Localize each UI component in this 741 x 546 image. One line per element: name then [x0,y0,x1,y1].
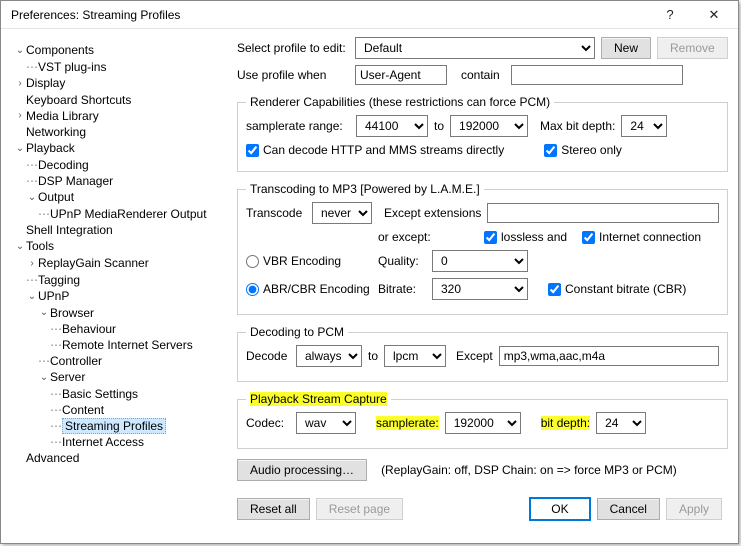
tree-upnp-out[interactable]: UPnP MediaRenderer Output [50,207,207,221]
codec-select[interactable]: wav [296,412,356,434]
sr-from[interactable]: 44100 [356,115,428,137]
contain-label: contain [453,68,505,82]
transcode-label: Transcode [246,206,306,220]
pcm-to-label: to [368,349,378,363]
pcm-legend: Decoding to PCM [246,325,348,339]
titlebar: Preferences: Streaming Profiles ? ✕ [1,1,738,29]
tree-playback[interactable]: Playback [26,141,75,155]
sr-to[interactable]: 192000 [450,115,528,137]
tree-medialib[interactable]: Media Library [26,109,99,123]
renderer-legend: Renderer Capabilities (these restriction… [246,95,554,109]
or-except-label: or except: [378,230,478,244]
internet-check[interactable]: Internet connection [582,230,701,244]
tree-basic[interactable]: Basic Settings [62,387,138,401]
cap-sr-label: samplerate: [376,416,439,430]
cap-bd-select[interactable]: 24 [596,412,646,434]
apply-button: Apply [666,498,722,520]
tree-output[interactable]: Output [38,190,74,204]
codec-label: Codec: [246,416,290,430]
stereo-only-check[interactable]: Stereo only [544,143,622,157]
tree-display[interactable]: Display [26,76,65,90]
contain-input[interactable] [511,65,683,85]
renderer-group: Renderer Capabilities (these restriction… [237,95,728,172]
tree-upnp[interactable]: UPnP [38,289,69,303]
chevron-down-icon[interactable]: ⌄ [38,305,50,321]
chevron-right-icon[interactable]: › [26,256,38,272]
help-button[interactable]: ? [648,1,692,29]
reset-page-button: Reset page [316,498,403,520]
lossless-check[interactable]: lossless and [484,230,576,244]
tree-shellint[interactable]: Shell Integration [26,223,113,237]
quality-select[interactable]: 0 [432,250,528,272]
tree-server[interactable]: Server [50,370,85,384]
quality-label: Quality: [378,254,426,268]
tree-controller[interactable]: Controller [50,354,102,368]
maxbit-select[interactable]: 24 [621,115,667,137]
ok-button[interactable]: OK [529,497,590,521]
decode-label: Decode [246,349,290,363]
chevron-down-icon[interactable]: ⌄ [26,190,38,206]
tree-networking[interactable]: Networking [26,125,86,139]
footer: Reset all Reset page OK Cancel Apply [237,487,728,527]
audio-processing-button[interactable]: Audio processing… [237,459,367,481]
use-profile-field[interactable] [355,65,447,85]
pcm-fmt-select[interactable]: lpcm [384,345,446,367]
pcm-group: Decoding to PCM Decode always to lpcm Ex… [237,325,728,382]
tree-tools[interactable]: Tools [26,239,54,253]
capture-legend: Playback Stream Capture [246,392,391,406]
tree-streaming-profiles[interactable]: Streaming Profiles [62,418,166,434]
tree-internet[interactable]: Internet Access [62,435,144,449]
chevron-right-icon[interactable]: › [14,108,26,124]
reset-all-button[interactable]: Reset all [237,498,310,520]
remove-button: Remove [657,37,728,59]
profile-select[interactable]: Default [355,37,595,59]
can-decode-check[interactable]: Can decode HTTP and MMS streams directly [246,143,504,157]
chevron-down-icon[interactable]: ⌄ [26,289,38,305]
except-ext-label: Except extensions [384,206,481,220]
decode-select[interactable]: always [296,345,362,367]
chevron-down-icon[interactable]: ⌄ [38,370,50,386]
bitrate-select[interactable]: 320 [432,278,528,300]
chevron-down-icon[interactable]: ⌄ [14,239,26,255]
tree-dsp[interactable]: DSP Manager [38,174,113,188]
mp3-group: Transcoding to MP3 [Powered by L.A.M.E.]… [237,182,728,315]
select-profile-label: Select profile to edit: [237,41,349,55]
new-button[interactable]: New [601,37,651,59]
pcm-except-label: Except [456,349,493,363]
capture-group: Playback Stream Capture Codec: wav sampl… [237,392,728,449]
cancel-button[interactable]: Cancel [597,498,660,520]
tree-vst[interactable]: VST plug-ins [38,60,106,74]
pcm-except-input[interactable] [499,346,719,366]
maxbit-label: Max bit depth: [540,119,615,133]
mp3-legend: Transcoding to MP3 [Powered by L.A.M.E.] [246,182,484,196]
chevron-right-icon[interactable]: › [14,76,26,92]
audio-processing-info: (ReplayGain: off, DSP Chain: on => force… [381,463,677,477]
close-button[interactable]: ✕ [692,1,736,29]
tree-rgscan[interactable]: ReplayGain Scanner [38,256,149,270]
tree-kbs[interactable]: Keyboard Shortcuts [26,93,131,107]
tree-behaviour[interactable]: Behaviour [62,322,116,336]
cap-bd-label: bit depth: [541,416,590,430]
chevron-down-icon[interactable]: ⌄ [14,141,26,157]
window-title: Preferences: Streaming Profiles [11,8,648,22]
tree-decoding[interactable]: Decoding [38,158,89,172]
tree-remote-servers[interactable]: Remote Internet Servers [62,338,193,352]
to-label: to [434,119,444,133]
cbr-check[interactable]: Constant bitrate (CBR) [548,282,686,296]
sr-range-label: samplerate range: [246,119,350,133]
tree-components[interactable]: Components [26,43,94,57]
cap-sr-select[interactable]: 192000 [445,412,521,434]
tree-advanced[interactable]: Advanced [26,451,79,465]
chevron-down-icon[interactable]: ⌄ [14,43,26,59]
transcode-select[interactable]: never [312,202,372,224]
tree-content[interactable]: Content [62,403,104,417]
tree-tagging[interactable]: Tagging [38,273,80,287]
abr-radio[interactable]: ABR/CBR Encoding [246,282,372,296]
use-profile-label: Use profile when [237,68,349,82]
except-ext-input[interactable] [487,203,719,223]
bitrate-label: Bitrate: [378,282,426,296]
tree-browser[interactable]: Browser [50,306,94,320]
vbr-radio[interactable]: VBR Encoding [246,254,372,268]
nav-tree[interactable]: ⌄Components ⋯VST plug-ins ›Display Keybo… [9,37,227,535]
